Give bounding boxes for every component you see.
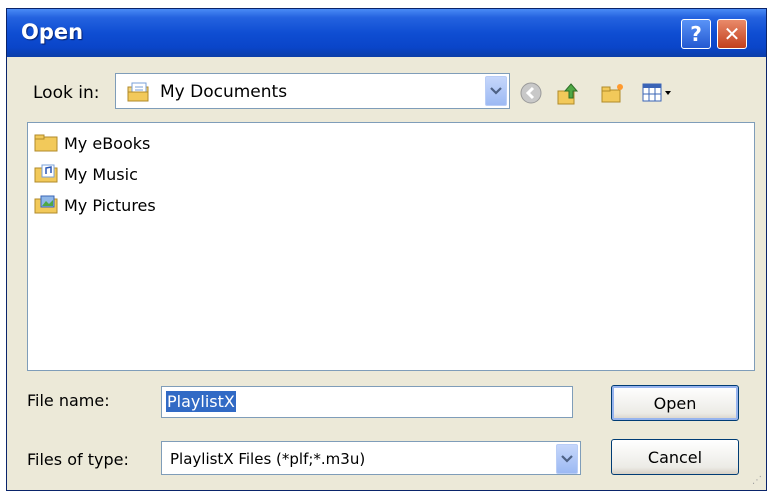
back-arrow-icon (520, 82, 542, 104)
new-folder-icon (601, 84, 623, 103)
files-of-type-value: PlaylistX Files (*plf;*.m3u) (170, 450, 366, 468)
dialog-title: Open (21, 20, 84, 44)
music-folder-icon (34, 164, 58, 183)
list-item[interactable]: My Pictures (34, 194, 156, 216)
close-icon: ✕ (723, 22, 741, 46)
title-bar[interactable]: Open ? ✕ (7, 9, 766, 57)
documents-folder-icon (126, 81, 152, 107)
files-of-type-select[interactable]: PlaylistX Files (*plf;*.m3u) (161, 441, 581, 475)
file-name-input[interactable]: PlaylistX (161, 386, 573, 418)
folder-icon (34, 134, 58, 152)
file-list[interactable]: My eBooks My Music My Pictures (27, 122, 755, 371)
item-label: My Music (64, 164, 138, 184)
view-grid-icon (642, 83, 671, 102)
create-new-folder-button[interactable] (599, 81, 625, 109)
files-of-type-label: Files of type: (27, 450, 129, 469)
item-label: My Pictures (64, 195, 156, 215)
pictures-folder-icon (34, 195, 58, 214)
item-label: My eBooks (64, 133, 151, 153)
resize-grip-icon[interactable]: ⋰ (752, 475, 762, 486)
help-icon: ? (690, 22, 702, 46)
look-in-dropdown-button[interactable] (485, 76, 507, 106)
files-of-type-dropdown-button[interactable] (556, 444, 578, 474)
list-item[interactable]: My Music (34, 163, 138, 185)
look-in-label: Look in: (33, 83, 100, 103)
file-name-value: PlaylistX (166, 391, 236, 412)
back-button[interactable] (519, 81, 543, 109)
file-name-label: File name: (27, 391, 110, 410)
open-button[interactable]: Open (611, 385, 739, 421)
chevron-down-icon (561, 455, 573, 463)
cancel-button[interactable]: Cancel (611, 439, 739, 475)
help-button[interactable]: ? (681, 19, 711, 49)
list-item[interactable]: My eBooks (34, 132, 150, 154)
look-in-combobox[interactable]: My Documents (115, 73, 510, 109)
close-button[interactable]: ✕ (717, 19, 747, 49)
up-one-level-button[interactable] (555, 81, 581, 111)
open-dialog: Open ? ✕ Look in: My Documents My eBooks… (6, 8, 767, 491)
look-in-value: My Documents (160, 82, 288, 102)
chevron-down-icon (490, 87, 502, 95)
view-menu-button[interactable] (641, 81, 677, 109)
up-folder-icon (557, 83, 579, 105)
